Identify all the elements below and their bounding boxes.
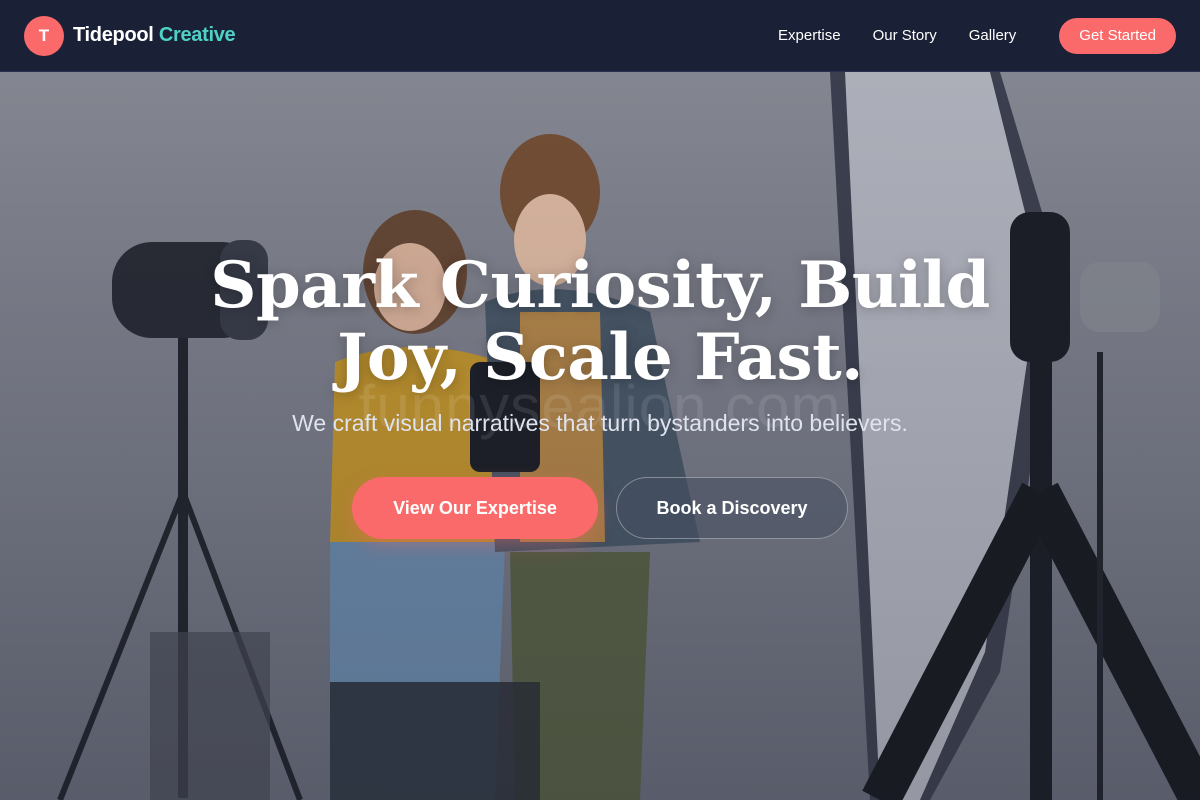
brand-name[interactable]: Tidepool Creative [73, 24, 236, 47]
hero-section: funnysealion.com Spark Curiosity, Build … [0, 72, 1200, 800]
book-discovery-button[interactable]: Book a Discovery [616, 477, 848, 539]
logo-badge-icon[interactable]: T [24, 15, 64, 56]
nav-links: Expertise Our Story Gallery [778, 27, 1016, 44]
hero-headline: Spark Curiosity, Build Joy, Scale Fast. [210, 248, 990, 395]
nav-link-our-story[interactable]: Our Story [873, 27, 937, 44]
hero-buttons: View Our Expertise Book a Discovery [0, 477, 1200, 539]
view-expertise-button[interactable]: View Our Expertise [352, 477, 598, 539]
get-started-button[interactable]: Get Started [1059, 17, 1176, 54]
hero-content: Spark Curiosity, Build Joy, Scale Fast. … [0, 250, 1200, 539]
top-navbar: T Tidepool Creative Expertise Our Story … [0, 0, 1200, 72]
nav-link-gallery[interactable]: Gallery [969, 27, 1017, 44]
brand-name-accent: Creative [158, 24, 236, 46]
nav-link-expertise[interactable]: Expertise [778, 27, 841, 44]
brand-name-main: Tidepool [73, 24, 154, 46]
hero-subhead: We craft visual narratives that turn bys… [292, 410, 908, 436]
